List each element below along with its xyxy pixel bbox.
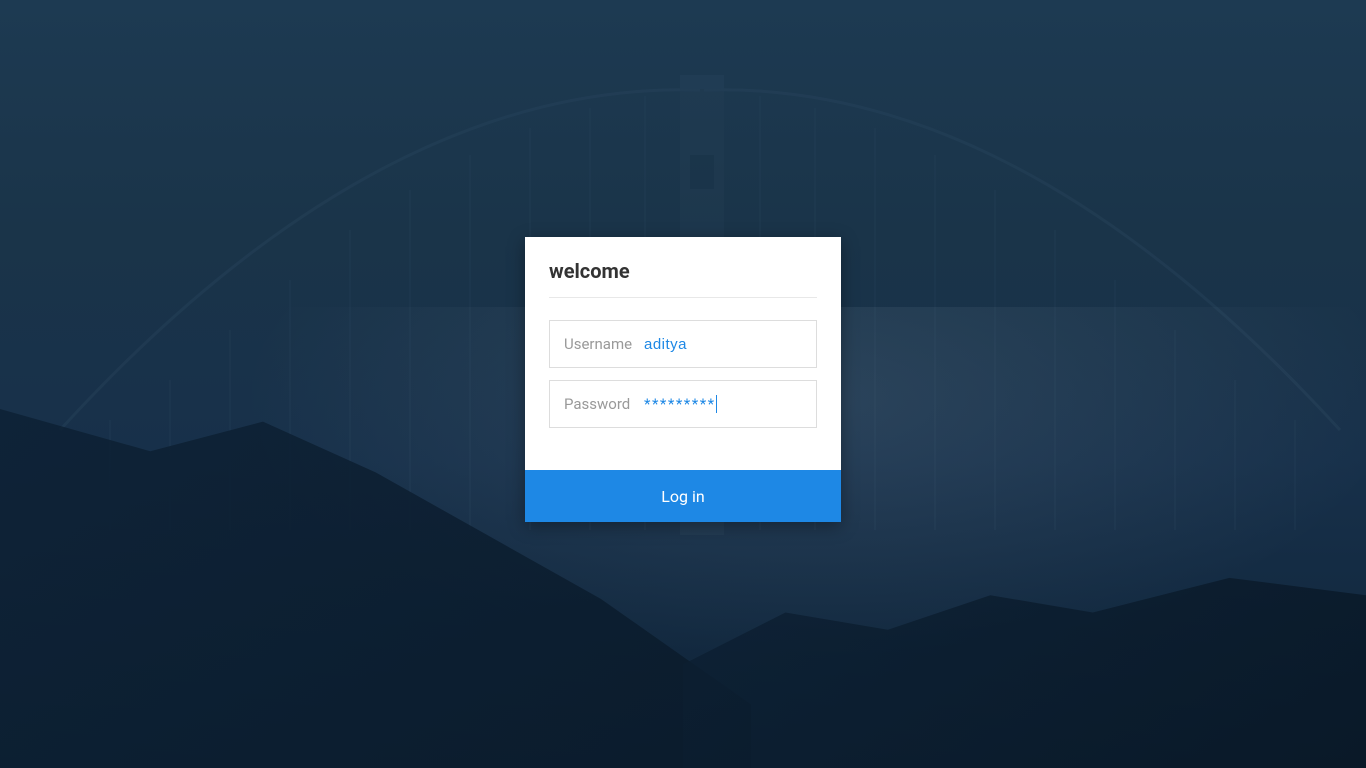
password-group[interactable]: Password *********: [549, 380, 817, 428]
username-label: Username: [564, 335, 634, 353]
divider: [549, 297, 817, 298]
password-label: Password: [564, 395, 634, 413]
login-button[interactable]: Log in: [525, 470, 841, 522]
text-cursor: [716, 395, 717, 413]
username-group[interactable]: Username: [549, 320, 817, 368]
card-title: welcome: [549, 259, 817, 283]
password-value: *********: [644, 395, 716, 413]
username-input[interactable]: [644, 336, 843, 353]
login-card: welcome Username Password ********* Log …: [525, 237, 841, 522]
card-body: welcome Username Password *********: [525, 237, 841, 470]
password-input[interactable]: *********: [644, 395, 802, 413]
